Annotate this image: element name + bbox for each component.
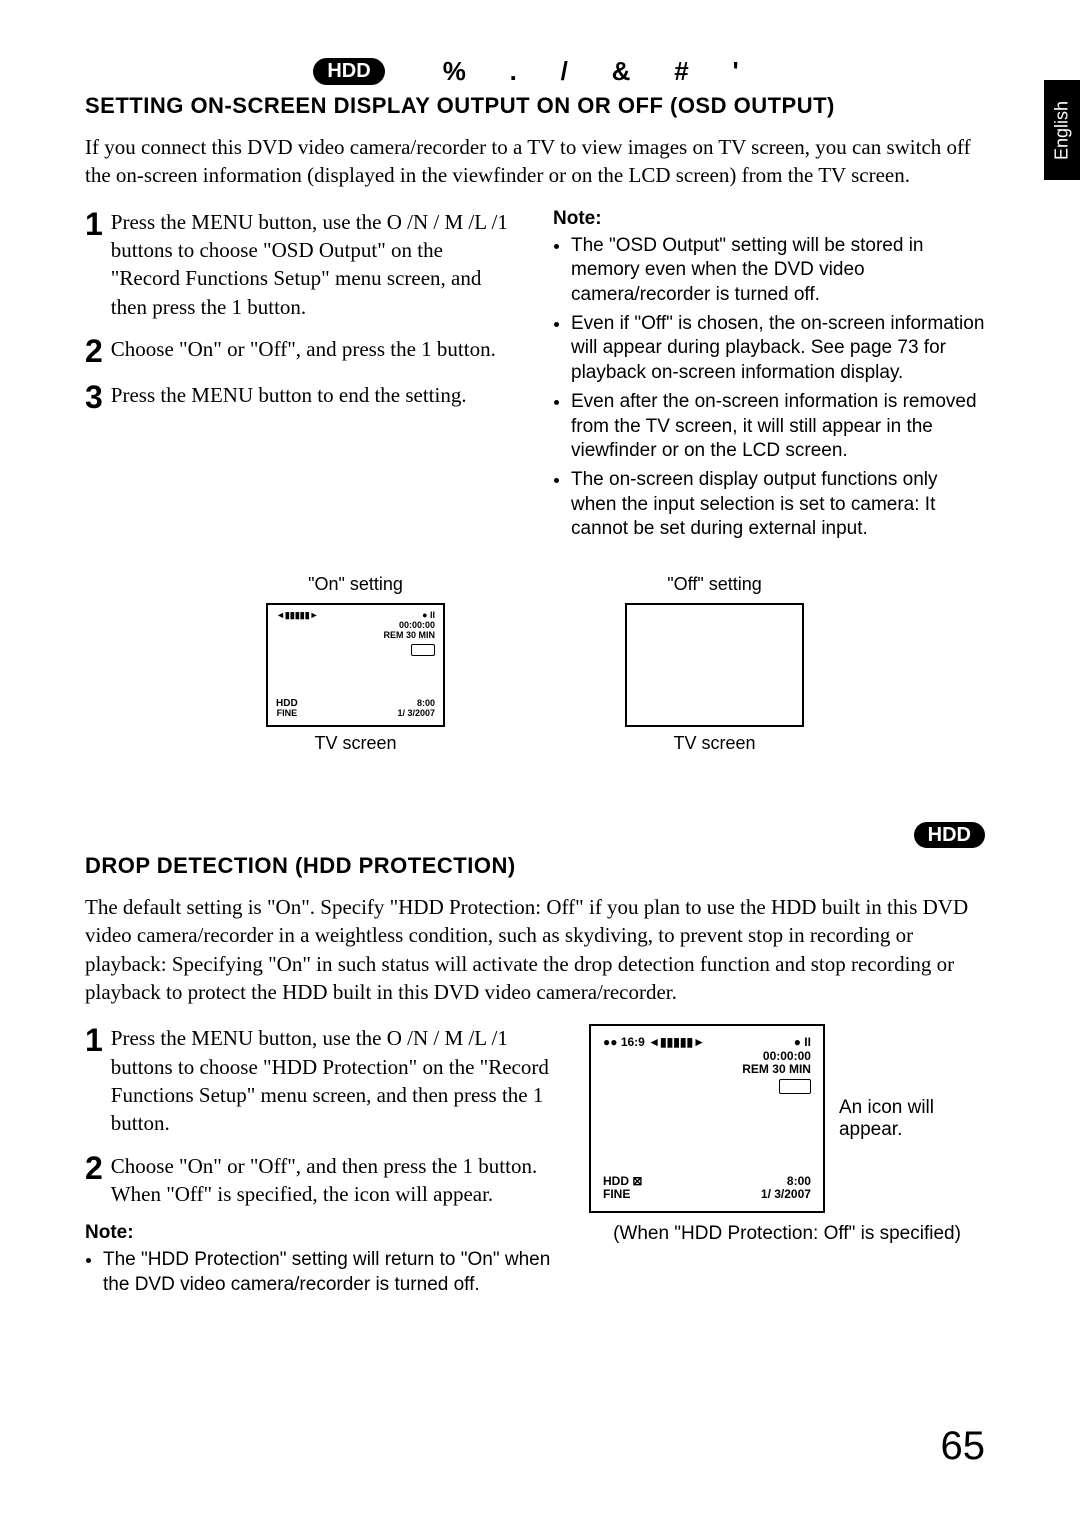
step-text: Press the MENU button, use the O /N / M … [111, 208, 517, 321]
clock-date: 1/ 3/2007 [761, 1187, 811, 1201]
step-text: Choose "On" or "Off", and then press the… [111, 1152, 553, 1209]
on-setting-block: "On" setting ◄▮▮▮▮▮► ● II 00:00:00 REM 3… [266, 574, 445, 754]
hdd-icon: HDD [603, 1174, 629, 1188]
note-item: Even after the on-screen information is … [571, 390, 985, 464]
media-icon: # [674, 56, 688, 86]
media-icons: % . / & # ' [425, 55, 757, 87]
remaining-time: REM 30 MIN [383, 630, 435, 640]
note-heading: Note: [553, 208, 985, 230]
page-number: 65 [941, 1424, 986, 1469]
note-heading: Note: [85, 1222, 553, 1244]
note-list: The "HDD Protection" setting will return… [85, 1248, 553, 1297]
section-intro: If you connect this DVD video camera/rec… [85, 133, 985, 190]
hdd-badge: HDD [914, 822, 985, 848]
tv-caption: TV screen [266, 733, 445, 754]
tv-overlay-bottom-left: HDD FINE [276, 698, 298, 719]
rec-pause-icon: ● II [794, 1035, 811, 1049]
counter-time: 00:00:00 [399, 620, 435, 630]
step-2: 2 Choose "On" or "Off", and press the 1 … [85, 335, 517, 367]
step-number: 1 [85, 1024, 103, 1056]
off-setting-block: "Off" setting TV screen [625, 574, 804, 754]
step-text: Choose "On" or "Off", and press the 1 bu… [111, 335, 496, 363]
note-item: Even if "Off" is chosen, the on-screen i… [571, 312, 985, 386]
step-2: 2 Choose "On" or "Off", and then press t… [85, 1152, 553, 1209]
steps-column: 1 Press the MENU button, use the O /N / … [85, 208, 517, 546]
on-setting-label: "On" setting [266, 574, 445, 595]
two-column-layout: 1 Press the MENU button, use the O /N / … [85, 208, 985, 546]
tv-screens-row: "On" setting ◄▮▮▮▮▮► ● II 00:00:00 REM 3… [85, 574, 985, 754]
tv-overlay-top-right: ● II 00:00:00 REM 30 MIN [383, 611, 435, 659]
step-number: 2 [85, 335, 103, 367]
quality-label: FINE [603, 1187, 630, 1201]
section-hdd-protection: HDD DROP DETECTION (HDD PROTECTION) The … [85, 824, 985, 1317]
two-column-layout: 1 Press the MENU button, use the O /N / … [85, 1024, 985, 1316]
tv-caption: TV screen [625, 733, 804, 754]
tv-screen-off [625, 603, 804, 727]
step-text: Press the MENU button to end the setting… [111, 381, 467, 409]
hdd-badge-right: HDD [85, 824, 985, 847]
media-icon: % [443, 56, 466, 86]
tv-overlay-bottom-right: 8:00 1/ 3/2007 [397, 699, 435, 719]
step-number: 2 [85, 1152, 103, 1184]
note-list: The "OSD Output" setting will be stored … [553, 234, 985, 542]
battery-icon [779, 1079, 811, 1094]
battery-icon [411, 644, 435, 656]
counter-time: 00:00:00 [763, 1049, 811, 1063]
step-text: Press the MENU button, use the O /N / M … [111, 1024, 553, 1137]
step-1: 1 Press the MENU button, use the O /N / … [85, 208, 517, 321]
step-number: 3 [85, 381, 103, 413]
tv-overlay-bottom-left: HDD ⊠ FINE [603, 1175, 642, 1201]
step-1: 1 Press the MENU button, use the O /N / … [85, 1024, 553, 1137]
illustration-column: ●● 16:9 ◄▮▮▮▮▮► ● II 00:00:00 REM 30 MIN… [589, 1024, 985, 1316]
manual-page: English HDD % . / & # ' SETTING ON-SCREE… [0, 0, 1080, 1529]
section-heading-hdd: DROP DETECTION (HDD PROTECTION) [85, 853, 985, 879]
step-3: 3 Press the MENU button to end the setti… [85, 381, 517, 413]
hdd-badge: HDD [313, 58, 384, 85]
notes-column: Note: The "OSD Output" setting will be s… [553, 208, 985, 546]
quality-label: FINE [277, 708, 298, 718]
clock-time: 8:00 [787, 1174, 811, 1188]
section-intro: The default setting is "On". Specify "HD… [85, 893, 985, 1006]
note-item: The "HDD Protection" setting will return… [103, 1248, 553, 1297]
media-icon: . [510, 56, 517, 86]
tv-screen-hdd-off: ●● 16:9 ◄▮▮▮▮▮► ● II 00:00:00 REM 30 MIN… [589, 1024, 825, 1213]
tv-overlay-bottom-right: 8:00 1/ 3/2007 [761, 1175, 811, 1201]
off-setting-label: "Off" setting [625, 574, 804, 595]
hdd-protection-off-icon: ⊠ [632, 1174, 642, 1188]
tv-overlay-battery: ◄▮▮▮▮▮► [276, 611, 319, 621]
media-icon: & [612, 56, 631, 86]
clock-time: 8:00 [417, 698, 435, 708]
note-item: The on-screen display output functions o… [571, 468, 985, 542]
rec-pause-icon: ● II [422, 610, 435, 620]
remaining-time: REM 30 MIN [742, 1062, 811, 1076]
steps-column: 1 Press the MENU button, use the O /N / … [85, 1024, 553, 1316]
language-tab: English [1044, 80, 1080, 180]
tv-overlay-top-left: ●● 16:9 ◄▮▮▮▮▮► [603, 1036, 705, 1049]
illustration-wrap: ●● 16:9 ◄▮▮▮▮▮► ● II 00:00:00 REM 30 MIN… [589, 1024, 985, 1213]
section-heading-osd: SETTING ON-SCREEN DISPLAY OUTPUT ON OR O… [85, 93, 985, 119]
illustration-caption: (When "HDD Protection: Off" is specified… [589, 1223, 985, 1245]
media-icon: ' [732, 56, 738, 86]
step-number: 1 [85, 208, 103, 240]
media-badge-row: HDD % . / & # ' [85, 55, 985, 87]
tv-screen-on: ◄▮▮▮▮▮► ● II 00:00:00 REM 30 MIN HDD FIN… [266, 603, 445, 727]
tv-overlay-top-right: ● II 00:00:00 REM 30 MIN [742, 1036, 811, 1097]
media-icon: / [561, 56, 568, 86]
clock-date: 1/ 3/2007 [397, 708, 435, 718]
icon-annotation: An icon will appear. [839, 1097, 985, 1141]
note-item: The "OSD Output" setting will be stored … [571, 234, 985, 308]
